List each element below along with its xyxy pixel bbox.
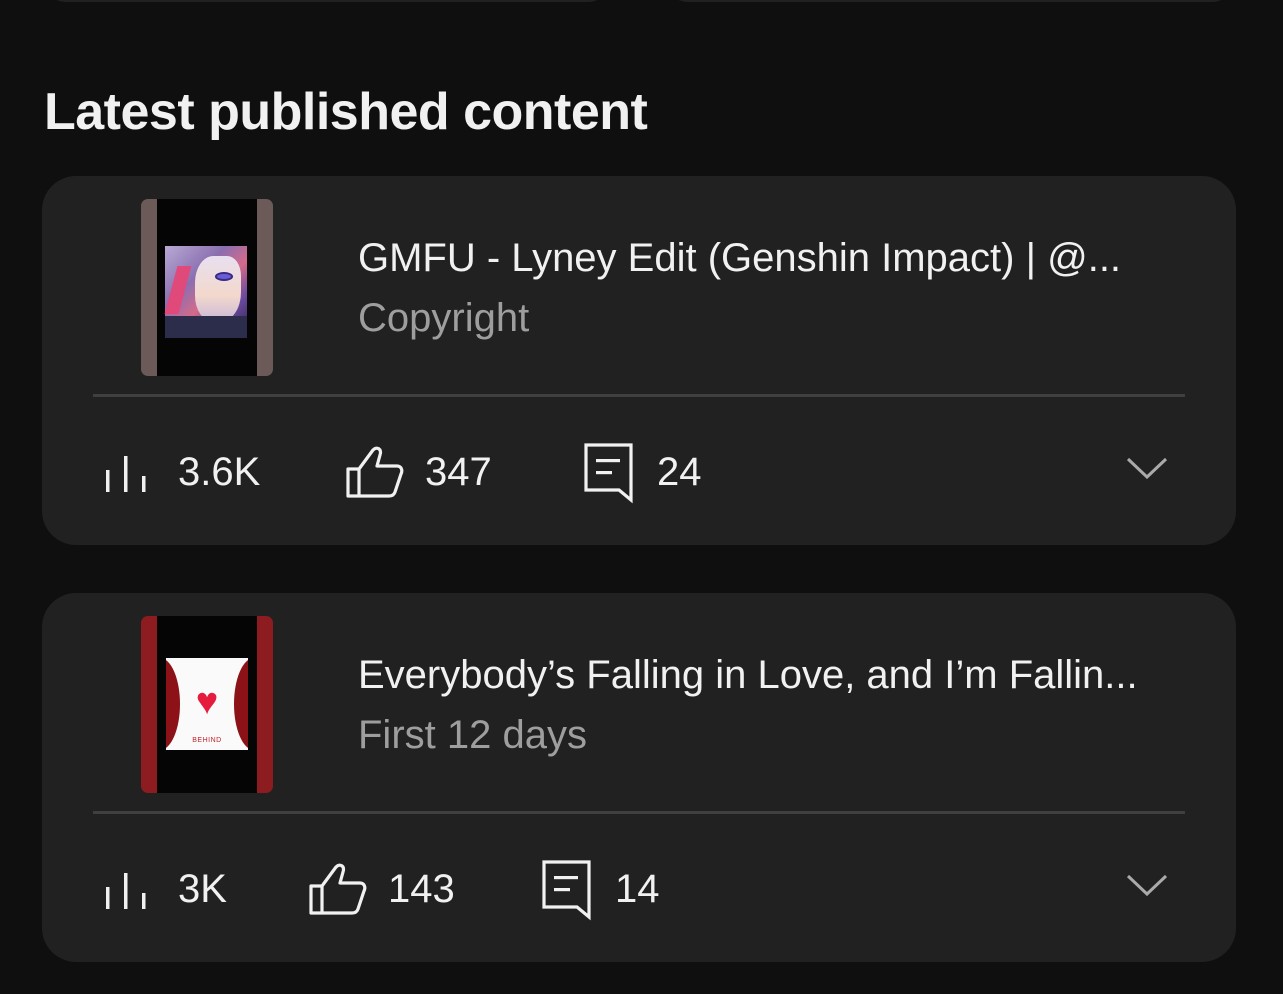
previous-card-edge-left	[42, 0, 612, 2]
divider	[93, 811, 1185, 814]
previous-card-edge-right	[664, 0, 1236, 2]
likes-stat: 347	[345, 442, 505, 502]
anime-character-thumbnail-image	[164, 246, 247, 338]
comments-count: 14	[615, 867, 660, 911]
chevron-down-icon[interactable]	[1125, 870, 1169, 900]
content-card[interactable]: GMFU - Lyney Edit (Genshin Impact) | @..…	[42, 176, 1236, 545]
content-card[interactable]: ♥ BEHIND Everybody’s Falling in Love, an…	[42, 593, 1236, 962]
thumbnail-text: BEHIND	[192, 737, 222, 744]
thumbs-up-icon	[309, 863, 367, 915]
video-title[interactable]: Everybody’s Falling in Love, and I’m Fal…	[358, 649, 1186, 701]
comments-stat: 14	[541, 859, 681, 921]
bar-chart-icon	[106, 456, 146, 492]
thumbs-up-icon	[346, 446, 404, 498]
video-thumbnail[interactable]	[141, 199, 273, 376]
views-count: 3.6K	[178, 450, 261, 494]
likes-count: 143	[388, 867, 455, 911]
likes-count: 347	[425, 450, 492, 494]
bar-chart-icon	[106, 873, 146, 909]
views-stat: 3.6K	[104, 442, 284, 502]
likes-stat: 143	[308, 859, 468, 919]
views-count: 3K	[178, 867, 227, 911]
video-subtitle: Copyright	[358, 296, 530, 340]
video-subtitle: First 12 days	[358, 713, 587, 757]
heart-card-thumbnail-image: ♥ BEHIND	[166, 658, 248, 750]
comments-stat: 24	[583, 442, 723, 504]
divider	[93, 394, 1185, 397]
video-thumbnail[interactable]: ♥ BEHIND	[141, 616, 273, 793]
chevron-down-icon[interactable]	[1125, 453, 1169, 483]
comment-icon	[542, 860, 591, 921]
views-stat: 3K	[104, 859, 264, 919]
section-title: Latest published content	[44, 83, 648, 141]
comment-icon	[584, 443, 633, 504]
comments-count: 24	[657, 450, 702, 494]
video-title[interactable]: GMFU - Lyney Edit (Genshin Impact) | @..…	[358, 232, 1188, 284]
